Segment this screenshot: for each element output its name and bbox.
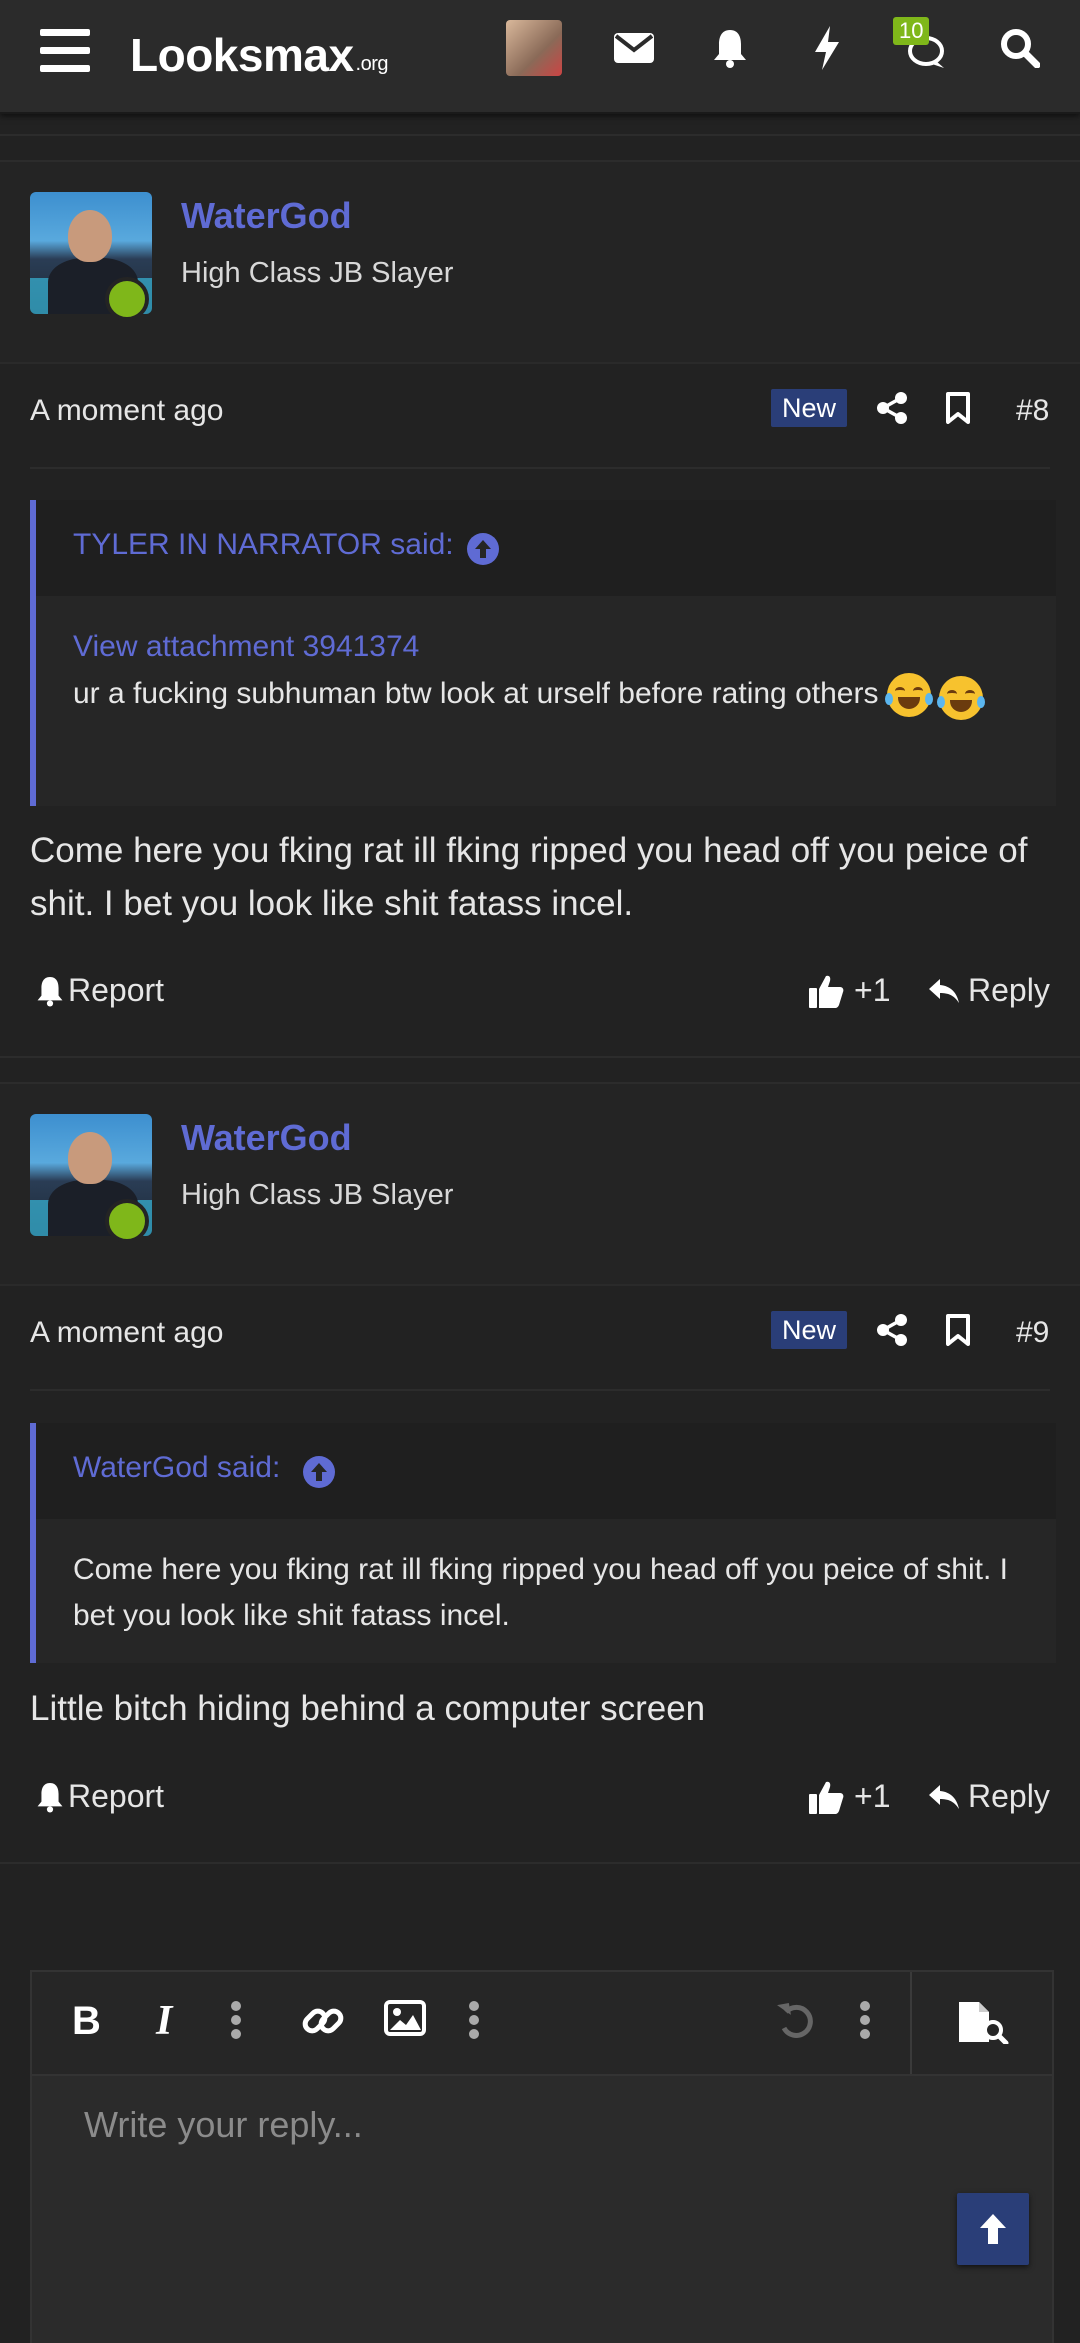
search-icon[interactable]: [998, 26, 1042, 70]
divider: [30, 1389, 1050, 1391]
preview-icon[interactable]: [957, 2000, 1009, 2044]
post-actions: Report +1 Reply: [0, 1768, 1080, 1828]
quote-author[interactable]: WaterGod said:: [73, 1451, 280, 1485]
reply-label: Reply: [968, 1778, 1050, 1814]
online-status-indicator: [105, 1199, 149, 1243]
report-button[interactable]: Report: [36, 972, 164, 1009]
blockquote: WaterGod said: Come here you fking rat i…: [30, 1423, 1056, 1663]
menu-icon[interactable]: [40, 26, 90, 76]
like-count: +1: [854, 1778, 891, 1814]
account-avatar[interactable]: [506, 20, 562, 76]
crying-laughing-emoji-icon: [884, 673, 933, 717]
more-vertical-icon[interactable]: [859, 2000, 871, 2040]
lightning-icon[interactable]: [810, 24, 844, 72]
arrow-up-circle-icon[interactable]: [302, 1455, 336, 1494]
editor-toolbar: B I: [32, 1972, 1052, 2076]
bell-icon: [37, 976, 63, 1007]
post-user-header: WaterGod High Class JB Slayer: [0, 1084, 1080, 1284]
report-label: Report: [68, 972, 165, 1008]
share-icon[interactable]: [876, 392, 908, 429]
divider: [0, 134, 1080, 136]
user-title: High Class JB Slayer: [181, 1179, 454, 1211]
post-meta-bar: A moment ago New #9: [0, 1286, 1080, 1386]
quote-author[interactable]: TYLER IN NARRATOR said:: [73, 528, 454, 562]
online-status-indicator: [105, 277, 149, 321]
quote-header: WaterGod said:: [36, 1423, 1056, 1519]
conversations-badge: 10: [893, 17, 930, 45]
svg-text:B: B: [72, 2000, 101, 2040]
reply-input[interactable]: Write your reply...: [84, 2104, 363, 2146]
report-label: Report: [68, 1778, 165, 1814]
post-timestamp[interactable]: A moment ago: [30, 394, 223, 428]
image-icon[interactable]: [384, 2000, 426, 2036]
bell-icon[interactable]: [710, 26, 750, 70]
arrow-up-circle-icon[interactable]: [466, 532, 500, 571]
crying-laughing-emoji-icon: [937, 676, 986, 720]
post-number[interactable]: #9: [1016, 1316, 1049, 1350]
reply-label: Reply: [968, 972, 1050, 1008]
avatar-pointer: [68, 340, 120, 362]
post-message: Little bitch hiding behind a computer sc…: [30, 1689, 706, 1728]
top-navigation-bar: Lᴏoksmax .org 10: [0, 0, 1080, 114]
blockquote: TYLER IN NARRATOR said: View attachment …: [30, 500, 1056, 806]
italic-icon[interactable]: I: [152, 2000, 182, 2040]
scroll-to-top-button[interactable]: [957, 2193, 1029, 2265]
username-link[interactable]: WaterGod: [181, 195, 352, 237]
reply-button[interactable]: Reply: [928, 972, 1050, 1009]
divider: [0, 1056, 1080, 1058]
logo-text: Lᴏoksmax: [130, 29, 354, 81]
post-message: Come here you fking rat ill fking ripped…: [30, 831, 1028, 923]
site-logo[interactable]: Lᴏoksmax .org: [130, 22, 389, 82]
link-icon[interactable]: [302, 2000, 344, 2042]
like-count: +1: [854, 972, 891, 1008]
bell-icon: [37, 1782, 63, 1813]
reply-editor: B I Write your reply...: [30, 1970, 1054, 2343]
svg-text:I: I: [155, 2000, 174, 2040]
quote-header: TYLER IN NARRATOR said:: [36, 500, 1056, 596]
quote-text-line: ur a fucking subhuman btw look at urself…: [73, 670, 1020, 720]
post-actions: Report +1 Reply: [0, 962, 1080, 1022]
post-meta-bar: A moment ago New #8: [0, 364, 1080, 464]
divider: [30, 467, 1050, 469]
username-link[interactable]: WaterGod: [181, 1117, 352, 1159]
quote-text: ur a fucking subhuman btw look at urself…: [73, 676, 879, 710]
user-title: High Class JB Slayer: [181, 257, 454, 289]
thumbs-up-icon: [809, 1781, 844, 1814]
bold-icon[interactable]: B: [70, 2000, 104, 2040]
quote-content: Come here you fking rat ill fking ripped…: [36, 1519, 1056, 1663]
toolbar-separator: [910, 1972, 912, 2074]
post-number[interactable]: #8: [1016, 394, 1049, 428]
bookmark-icon[interactable]: [945, 392, 971, 429]
like-button[interactable]: +1: [808, 1778, 890, 1815]
quote-text: Come here you fking rat ill fking ripped…: [73, 1553, 1008, 1632]
undo-icon[interactable]: [776, 2000, 816, 2040]
new-badge: New: [771, 389, 848, 427]
post-timestamp[interactable]: A moment ago: [30, 1316, 223, 1350]
more-vertical-icon[interactable]: [468, 2000, 480, 2040]
arrow-up-icon: [980, 2214, 1006, 2244]
more-vertical-icon[interactable]: [230, 2000, 242, 2040]
reply-arrow-icon: [929, 1784, 959, 1809]
new-badge: New: [771, 1311, 848, 1349]
reply-button[interactable]: Reply: [928, 1778, 1050, 1815]
share-icon[interactable]: [876, 1314, 908, 1351]
divider: [0, 1862, 1080, 1864]
thumbs-up-icon: [809, 975, 844, 1008]
attachment-link[interactable]: View attachment 3941374: [73, 624, 1020, 670]
like-button[interactable]: +1: [808, 972, 890, 1009]
post-user-header: WaterGod High Class JB Slayer: [0, 162, 1080, 362]
quote-content: View attachment 3941374 ur a fucking sub…: [36, 596, 1056, 744]
envelope-icon[interactable]: [612, 28, 656, 68]
report-button[interactable]: Report: [36, 1778, 164, 1815]
bookmark-icon[interactable]: [945, 1314, 971, 1351]
avatar-pointer: [68, 1262, 120, 1284]
reply-arrow-icon: [929, 978, 959, 1003]
logo-suffix: .org: [355, 53, 389, 75]
